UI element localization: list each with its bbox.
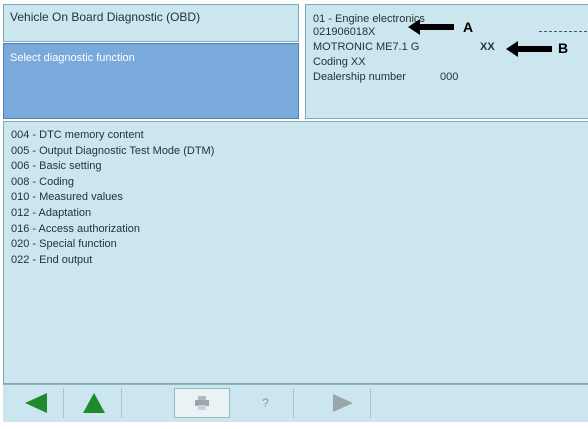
help-label: ? xyxy=(262,396,269,410)
function-item-measured-values[interactable]: 010 - Measured values xyxy=(11,190,588,206)
function-item-special-function[interactable]: 020 - Special function xyxy=(11,237,588,253)
coding-value: Coding XX xyxy=(313,56,366,68)
component-version: XX xyxy=(480,41,495,53)
callout-label-b: B xyxy=(558,40,569,56)
function-item-coding[interactable]: 008 - Coding xyxy=(11,175,588,191)
dealership-number: 000 xyxy=(440,71,459,83)
function-item-adaptation[interactable]: 012 - Adaptation xyxy=(11,206,588,222)
back-arrow-icon xyxy=(24,393,47,413)
control-module-info-panel: 01 - Engine electronics 021906018X MOTRO… xyxy=(305,4,588,119)
callout-dashed-line xyxy=(539,31,587,32)
obd-window: Vehicle On Board Diagnostic (OBD) Select… xyxy=(0,0,588,429)
function-item-dtm[interactable]: 005 - Output Diagnostic Test Mode (DTM) xyxy=(11,144,588,160)
function-item-basic-setting[interactable]: 006 - Basic setting xyxy=(11,159,588,175)
help-button[interactable]: ? xyxy=(238,388,294,418)
forward-arrow-icon xyxy=(332,394,353,412)
callout-arrow-b-icon xyxy=(506,41,552,57)
window-title: Vehicle On Board Diagnostic (OBD) xyxy=(3,4,299,42)
dealership-label: Dealership number xyxy=(313,71,406,83)
print-icon xyxy=(195,396,209,410)
function-item-dtc-memory[interactable]: 004 - DTC memory content xyxy=(11,128,588,144)
function-item-end-output[interactable]: 022 - End output xyxy=(11,253,588,269)
up-arrow-icon xyxy=(82,393,105,413)
up-button[interactable] xyxy=(66,388,122,418)
function-list: 004 - DTC memory content 005 - Output Di… xyxy=(3,121,588,384)
callout-arrow-a-icon xyxy=(408,19,454,35)
bottom-strip xyxy=(0,422,588,429)
component-name: MOTRONIC ME7.1 G xyxy=(313,41,420,53)
part-number: 021906018X xyxy=(313,26,376,38)
navigation-toolbar: ? xyxy=(3,384,588,422)
back-button[interactable] xyxy=(8,388,64,418)
callout-label-a: A xyxy=(463,19,474,35)
print-button[interactable] xyxy=(174,388,230,418)
select-function-header: Select diagnostic function xyxy=(3,43,299,119)
forward-button[interactable] xyxy=(315,388,371,418)
function-item-access-authorization[interactable]: 016 - Access authorization xyxy=(11,222,588,238)
